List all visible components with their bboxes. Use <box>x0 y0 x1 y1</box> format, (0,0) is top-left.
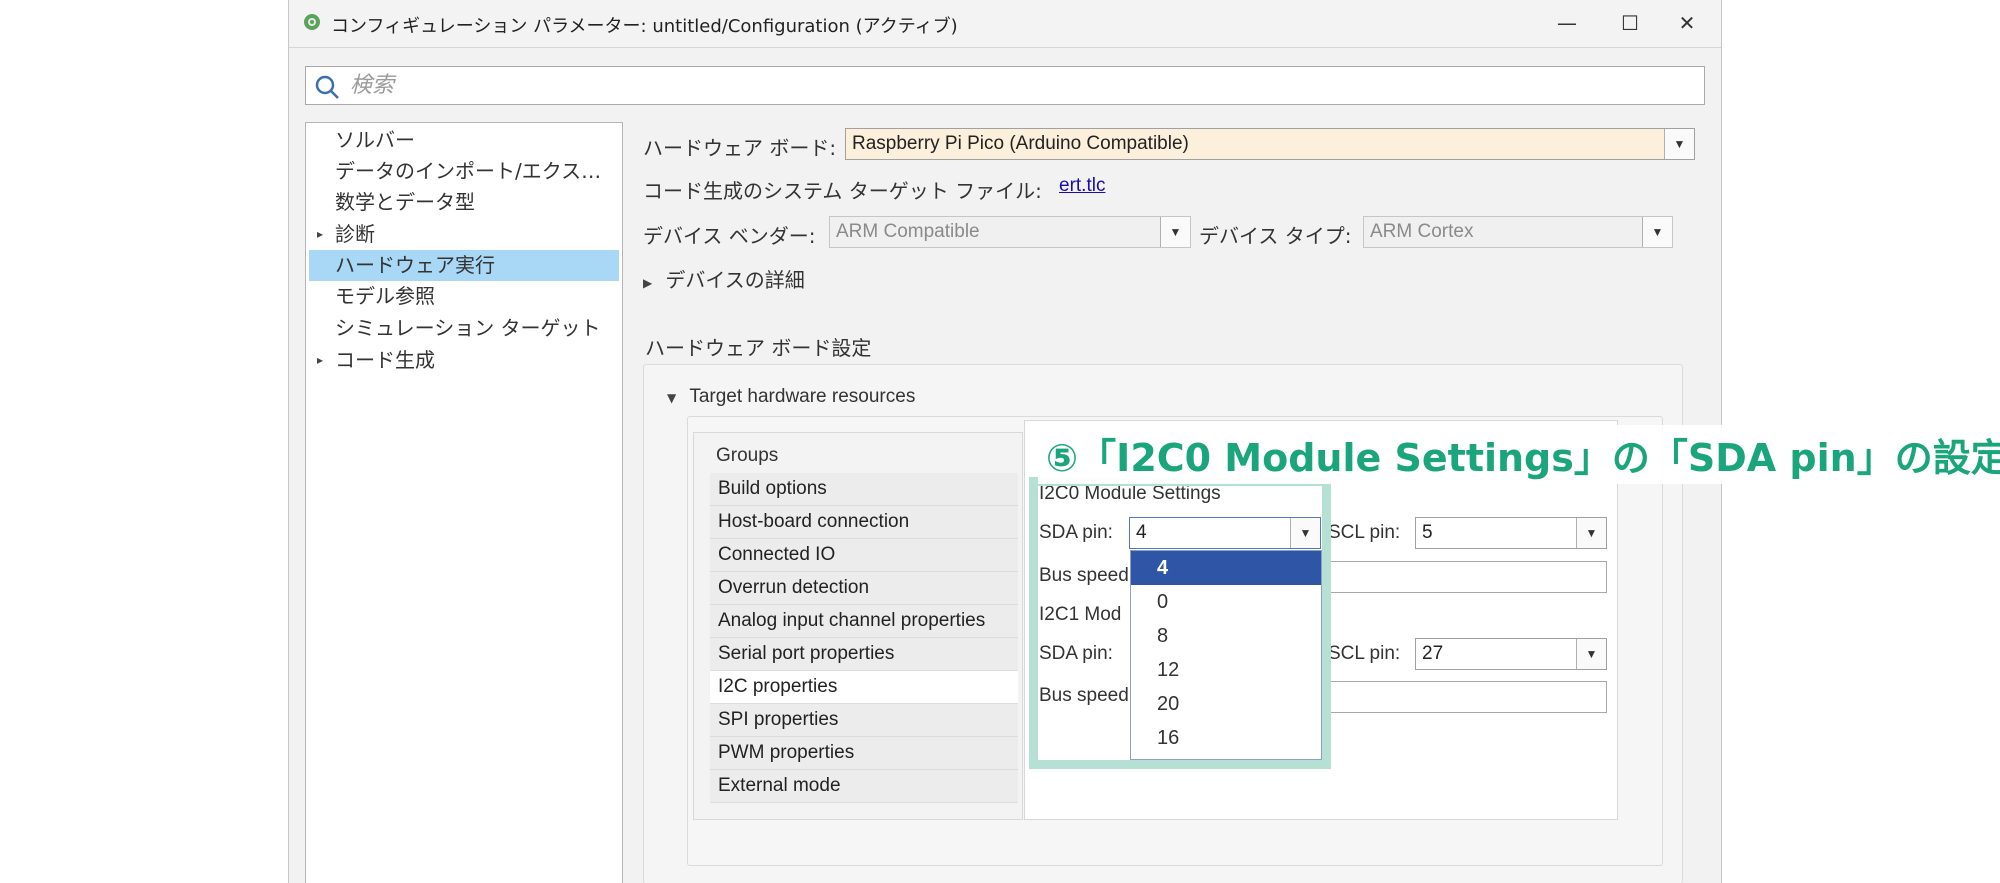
tree-item-label: データのインポート/エクス… <box>335 159 602 183</box>
hardware-board-dropdown[interactable]: Raspberry Pi Pico (Arduino Compatible) ▼ <box>845 128 1695 160</box>
maximize-button[interactable]: ☐ <box>1602 6 1658 40</box>
system-target-file-link[interactable]: ert.tlc <box>1059 175 1105 197</box>
group-item-label: Build options <box>718 478 827 499</box>
group-item-overrun-detection[interactable]: Overrun detection <box>710 572 1018 605</box>
i2c1-scl-dropdown[interactable]: 27 ▼ <box>1415 638 1607 670</box>
device-vendor-label: デバイス ベンダー: <box>643 224 816 248</box>
device-type-dropdown[interactable]: ARM Cortex ▼ <box>1363 216 1673 248</box>
target-resources-label: Target hardware resources <box>689 386 916 407</box>
group-item-serial-port[interactable]: Serial port properties <box>710 638 1018 671</box>
hardware-board-value: Raspberry Pi Pico (Arduino Compatible) <box>852 133 1189 154</box>
search-bar <box>305 66 1705 105</box>
group-item-label: Analog input channel properties <box>718 610 986 631</box>
i2c1-bus-speed-field[interactable] <box>1325 681 1607 713</box>
group-item-label: External mode <box>718 775 841 796</box>
system-target-file-label: コード生成のシステム ターゲット ファイル: <box>643 179 1042 203</box>
option-item[interactable]: 8 <box>1131 619 1321 653</box>
i2c1-scl-label: SCL pin: <box>1328 643 1401 664</box>
expand-arrow-icon: ▶ <box>643 276 653 290</box>
simulink-app-icon <box>304 14 320 30</box>
category-tree: ソルバー データのインポート/エクス… 数学とデータ型 ▸ 診断 ハードウェア実… <box>305 122 623 883</box>
option-item[interactable]: 0 <box>1131 585 1321 619</box>
target-resources-toggle[interactable]: ▼ Target hardware resources <box>667 386 915 408</box>
tree-item-label: ソルバー <box>335 128 415 152</box>
tree-item-label: コード生成 <box>335 348 435 372</box>
window-title: コンフィギュレーション パラメーター: untitled/Configurati… <box>331 16 958 37</box>
i2c1-scl-value: 27 <box>1422 643 1444 664</box>
group-item-host-board-connection[interactable]: Host-board connection <box>710 506 1018 539</box>
tree-item-model-reference[interactable]: モデル参照 <box>309 281 619 312</box>
tree-item-simulation-target[interactable]: シミュレーション ターゲット <box>309 313 619 344</box>
group-item-label: PWM properties <box>718 742 855 763</box>
close-button[interactable]: ✕ <box>1659 6 1715 40</box>
group-item-label: Connected IO <box>718 544 836 565</box>
group-item-build-options[interactable]: Build options <box>710 473 1018 506</box>
group-item-label: Host-board connection <box>718 511 910 532</box>
annotation-caption: ⑤「I2C0 Module Settings」の「SDA pin」の設定 <box>1038 425 2000 484</box>
chevron-down-icon[interactable]: ▼ <box>1664 129 1694 159</box>
chevron-down-icon[interactable]: ▼ <box>1576 518 1606 548</box>
groups-list: Groups Build options Host-board connecti… <box>693 432 1023 820</box>
tree-item-diagnostics[interactable]: ▸ 診断 <box>309 219 619 250</box>
hardware-board-label: ハードウェア ボード: <box>643 136 837 160</box>
sda-pin-options-list: 4 0 8 12 20 16 <box>1130 550 1322 760</box>
option-item[interactable]: 20 <box>1131 687 1321 721</box>
group-item-external-mode[interactable]: External mode <box>710 770 1018 803</box>
group-item-pwm-properties[interactable]: PWM properties <box>710 737 1018 770</box>
device-type-label: デバイス タイプ: <box>1199 224 1352 248</box>
search-icon <box>315 75 339 99</box>
tree-item-code-generation[interactable]: ▸ コード生成 <box>309 345 619 376</box>
group-item-analog-input[interactable]: Analog input channel properties <box>710 605 1018 638</box>
chevron-down-icon[interactable]: ▼ <box>1576 639 1606 669</box>
tree-item-label: モデル参照 <box>335 284 435 308</box>
chevron-down-icon[interactable]: ▼ <box>1642 217 1672 247</box>
group-item-i2c-properties[interactable]: I2C properties <box>710 671 1018 704</box>
option-item[interactable]: 16 <box>1131 721 1321 755</box>
groups-title: Groups <box>716 445 779 466</box>
option-item[interactable]: 4 <box>1131 551 1321 585</box>
device-details-label: デバイスの詳細 <box>665 268 805 292</box>
expand-arrow-icon[interactable]: ▸ <box>317 219 323 250</box>
option-item[interactable]: 12 <box>1131 653 1321 687</box>
device-details-toggle[interactable]: ▶ デバイスの詳細 <box>643 264 805 293</box>
i2c0-scl-value: 5 <box>1422 522 1433 543</box>
i2c0-scl-label: SCL pin: <box>1328 522 1401 543</box>
tree-item-label: ハードウェア実行 <box>335 253 495 277</box>
search-input[interactable] <box>350 71 1690 100</box>
tree-item-label: 数学とデータ型 <box>335 190 475 214</box>
i2c0-bus-speed-field[interactable] <box>1325 561 1607 593</box>
tree-item-label: 診断 <box>335 222 375 246</box>
minimize-button[interactable]: — <box>1539 6 1595 40</box>
group-item-label: Overrun detection <box>718 577 870 598</box>
group-item-connected-io[interactable]: Connected IO <box>710 539 1018 572</box>
title-bar: コンフィギュレーション パラメーター: untitled/Configurati… <box>289 0 1721 48</box>
i2c0-scl-dropdown[interactable]: 5 ▼ <box>1415 517 1607 549</box>
device-vendor-dropdown[interactable]: ARM Compatible ▼ <box>829 216 1191 248</box>
group-item-label: I2C properties <box>718 676 838 697</box>
collapse-arrow-icon: ▼ <box>667 391 677 405</box>
tree-item-label: シミュレーション ターゲット <box>335 316 601 340</box>
group-item-label: Serial port properties <box>718 643 895 664</box>
tree-item-solver[interactable]: ソルバー <box>309 125 619 156</box>
device-type-value: ARM Cortex <box>1370 221 1474 242</box>
device-vendor-value: ARM Compatible <box>836 221 980 242</box>
tree-item-hardware-implementation[interactable]: ハードウェア実行 <box>309 250 619 281</box>
chevron-down-icon[interactable]: ▼ <box>1160 217 1190 247</box>
expand-arrow-icon[interactable]: ▸ <box>317 345 323 376</box>
tree-item-math-data-types[interactable]: 数学とデータ型 <box>309 187 619 218</box>
group-item-spi-properties[interactable]: SPI properties <box>710 704 1018 737</box>
tree-item-data-import-export[interactable]: データのインポート/エクス… <box>309 156 619 187</box>
group-item-label: SPI properties <box>718 709 839 730</box>
board-settings-title: ハードウェア ボード設定 <box>645 336 872 360</box>
